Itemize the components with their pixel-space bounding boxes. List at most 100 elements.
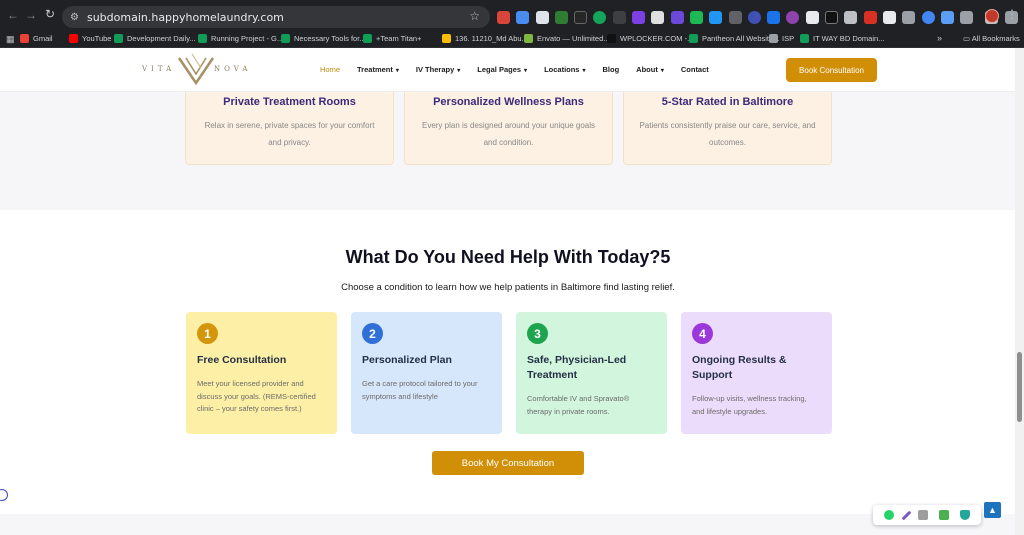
logo-word-left: VITA bbox=[142, 65, 176, 73]
extension-icon[interactable] bbox=[516, 10, 530, 24]
step-number-badge: 3 bbox=[527, 323, 548, 344]
nav-item-label: IV Therapy bbox=[415, 65, 455, 74]
book-consultation-button[interactable]: Book Consultation bbox=[786, 58, 877, 82]
step-description: Get a care protocol tailored to your sym… bbox=[362, 379, 478, 401]
bookmark-star-icon[interactable]: ☆ bbox=[469, 9, 480, 23]
book-my-consultation-button[interactable]: Book My Consultation bbox=[432, 451, 584, 475]
extension-icon[interactable] bbox=[747, 10, 761, 24]
extension-icon[interactable] bbox=[805, 10, 819, 24]
step-card[interactable]: 1 Free Consultation Meet your licensed pro… bbox=[186, 312, 337, 434]
logo-mark-icon bbox=[177, 53, 215, 86]
extension-icon[interactable] bbox=[940, 10, 954, 24]
nav-item-label: Home bbox=[320, 65, 341, 74]
help-section: What Do You Need Help With Today?5 Choos… bbox=[0, 210, 1024, 514]
site-logo[interactable]: VITA NOVA bbox=[142, 52, 250, 86]
bookmark-item[interactable]: Gmail bbox=[20, 34, 53, 43]
image-icon[interactable] bbox=[939, 510, 950, 520]
whatsapp-icon[interactable] bbox=[884, 510, 895, 520]
browser-toolbar: ← → ↻ ⚙ subdomain.happyhomelaundry.com ☆ bbox=[0, 0, 1024, 31]
extension-icon[interactable] bbox=[535, 10, 549, 24]
extension-icon[interactable] bbox=[709, 10, 723, 24]
feature-card: Private Treatment Rooms Relax in serene, … bbox=[185, 92, 394, 165]
extension-icon[interactable] bbox=[863, 10, 877, 24]
bookmark-favicon-icon bbox=[524, 34, 533, 43]
nav-item[interactable]: Legal Pages ▾ bbox=[477, 65, 527, 74]
feature-description: Relax in serene, private spaces for your… bbox=[204, 121, 375, 147]
feature-title: 5-Star Rated in Baltimore bbox=[661, 96, 794, 108]
extension-icon[interactable] bbox=[844, 10, 858, 24]
bookmark-item[interactable]: ISP bbox=[769, 34, 794, 43]
menu-dots-icon[interactable]: ⋮ bbox=[1006, 7, 1018, 21]
nav-item[interactable]: IV Therapy ▾ bbox=[416, 65, 460, 74]
bookmark-item[interactable]: Running Project - G... bbox=[198, 34, 283, 43]
scrollbar-thumb[interactable] bbox=[1017, 352, 1022, 422]
extension-icon[interactable] bbox=[612, 10, 626, 24]
step-description: Meet your licensed provider and discuss … bbox=[197, 379, 316, 413]
site-info-icon[interactable]: ⚙ bbox=[70, 12, 79, 23]
extension-icon[interactable] bbox=[593, 10, 607, 24]
extension-icon[interactable] bbox=[767, 10, 781, 24]
edit-pen-icon[interactable] bbox=[901, 510, 912, 520]
bookmark-item[interactable]: +Team Titan+ bbox=[363, 34, 421, 43]
address-bar[interactable]: ⚙ subdomain.happyhomelaundry.com ☆ bbox=[62, 6, 490, 28]
bookmark-favicon-icon bbox=[363, 34, 372, 43]
bookmark-favicon-icon bbox=[607, 34, 616, 43]
extension-icon[interactable] bbox=[651, 10, 665, 24]
folder-icon: ▭ bbox=[963, 34, 972, 43]
bookmark-item[interactable]: Necessary Tools for... bbox=[281, 34, 366, 43]
reload-icon[interactable]: ↻ bbox=[39, 7, 61, 21]
step-card[interactable]: 4 Ongoing Results & Support Follow-up visi… bbox=[681, 312, 832, 434]
extension-icon[interactable] bbox=[574, 10, 588, 24]
next-section-band bbox=[0, 514, 1024, 535]
extensions-row bbox=[497, 8, 1024, 26]
site-header: VITA NOVA Home Treatment ▾ IV Therapy ▾ Legal… bbox=[0, 48, 1024, 92]
bookmark-favicon-icon bbox=[198, 34, 207, 43]
extension-icon[interactable] bbox=[902, 10, 916, 24]
nav-item[interactable]: Locations ▾ bbox=[544, 65, 585, 74]
bookmark-favicon-icon bbox=[114, 34, 123, 43]
nav-item[interactable]: Blog bbox=[603, 65, 620, 74]
extension-icon[interactable] bbox=[554, 10, 568, 24]
all-bookmarks-folder[interactable]: ▭ All Bookmarks bbox=[963, 34, 1020, 43]
bookmark-item[interactable]: Envato — Unlimited... bbox=[524, 34, 610, 43]
step-card[interactable]: 3 Safe, Physician-Led Treatment Comfortabl… bbox=[516, 312, 667, 434]
shield-icon[interactable] bbox=[959, 510, 970, 520]
bookmark-item[interactable]: WPLOCKER.COM -... bbox=[607, 34, 693, 43]
logo-word-right: NOVA bbox=[214, 65, 252, 73]
more-bookmarks-icon[interactable]: » bbox=[937, 33, 942, 43]
bookmark-favicon-icon bbox=[769, 34, 778, 43]
step-title: Personalized Plan bbox=[362, 354, 452, 366]
nav-item[interactable]: Contact bbox=[681, 65, 709, 74]
nav-item[interactable]: Treatment ▾ bbox=[357, 65, 399, 74]
extension-icon[interactable] bbox=[689, 10, 703, 24]
apps-grid-icon[interactable]: ▦ bbox=[6, 34, 15, 45]
comment-icon[interactable] bbox=[918, 510, 929, 520]
extension-icon[interactable] bbox=[825, 10, 839, 24]
extension-icon[interactable] bbox=[882, 10, 896, 24]
nav-item-label: Blog bbox=[602, 65, 620, 74]
bookmark-label: ISP bbox=[782, 34, 795, 43]
bookmark-item[interactable]: YouTube bbox=[69, 34, 111, 43]
extension-icon[interactable] bbox=[921, 10, 935, 24]
step-number-badge: 2 bbox=[362, 323, 383, 344]
profile-avatar[interactable] bbox=[985, 9, 999, 23]
section-subtitle: Choose a condition to learn how we help … bbox=[341, 282, 675, 293]
bookmark-item[interactable]: Development Daily... bbox=[114, 34, 196, 43]
extension-icon[interactable] bbox=[497, 10, 510, 24]
extension-icon[interactable] bbox=[632, 10, 646, 24]
bookmark-item[interactable]: 136. 11210_Md Abu... bbox=[442, 34, 528, 43]
page-scrollbar[interactable] bbox=[1015, 48, 1024, 535]
bookmark-item[interactable]: IT WAY BD Domain... bbox=[800, 34, 884, 43]
nav-item[interactable]: About ▾ bbox=[636, 65, 664, 74]
extension-icon[interactable] bbox=[670, 10, 684, 24]
bookmark-favicon-icon bbox=[20, 34, 29, 43]
extensions-puzzle-icon[interactable] bbox=[960, 10, 974, 24]
nav-item[interactable]: Home bbox=[320, 65, 340, 74]
scroll-to-top-button[interactable]: ▲ bbox=[984, 502, 1001, 518]
step-card[interactable]: 2 Personalized Plan Get a care protocol ta… bbox=[351, 312, 502, 434]
extension-icon[interactable] bbox=[786, 10, 800, 24]
bookmark-label: 136. 11210_Md Abu... bbox=[455, 34, 528, 43]
chevron-down-icon: ▾ bbox=[660, 68, 664, 74]
bookmark-item[interactable]: Pantheon All Website... bbox=[689, 34, 779, 43]
extension-icon[interactable] bbox=[728, 10, 742, 24]
